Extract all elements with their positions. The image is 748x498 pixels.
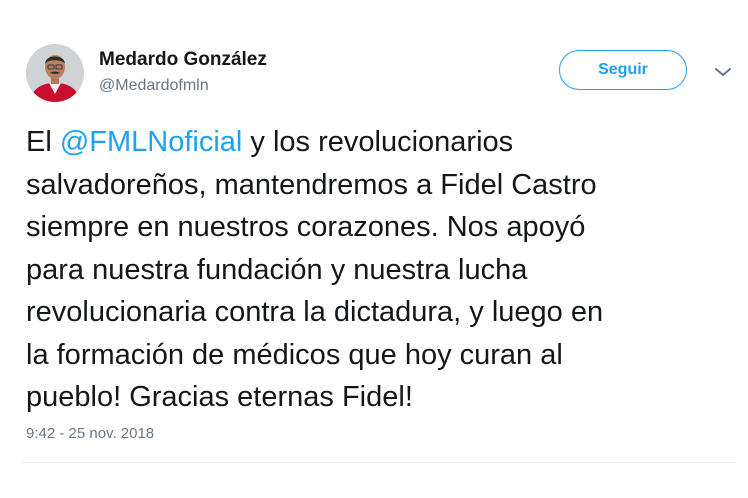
avatar[interactable] (26, 44, 84, 102)
tweet-line: pueblo! Gracias eternas Fidel! (26, 381, 413, 413)
tweet-line: para nuestra fundación y nuestra lucha (26, 253, 528, 286)
tweet-line: la formación de médicos que hoy curan al (26, 338, 563, 371)
tweet-line: El @FMLNoficial y los revolucionarios (26, 121, 736, 164)
chevron-down-icon[interactable] (712, 64, 734, 80)
tweet-timestamp[interactable]: 9:42 - 25 nov. 2018 (26, 425, 154, 442)
author-display-name[interactable]: Medardo González (99, 49, 267, 71)
tweet-card: Medardo González @Medardofmln Seguir El … (0, 0, 748, 498)
tweet-line: salvadoreños, mantendremos a Fidel Castr… (26, 168, 597, 201)
tweet-text-segment: y los revolucionarios (242, 126, 514, 158)
follow-button[interactable]: Seguir (559, 50, 687, 90)
author-handle[interactable]: @Medardofmln (99, 77, 209, 95)
divider (22, 462, 736, 463)
tweet-text-segment: El (26, 126, 60, 158)
mention-link[interactable]: @FMLNoficial (60, 126, 243, 158)
profile-photo-icon (26, 44, 84, 102)
tweet-text: El @FMLNoficial y los revolucionarios sa… (26, 121, 736, 419)
tweet-line: revolucionaria contra la dictadura, y lu… (26, 296, 604, 328)
tweet-line: siempre en nuestros corazones. Nos apoyó (26, 211, 586, 243)
